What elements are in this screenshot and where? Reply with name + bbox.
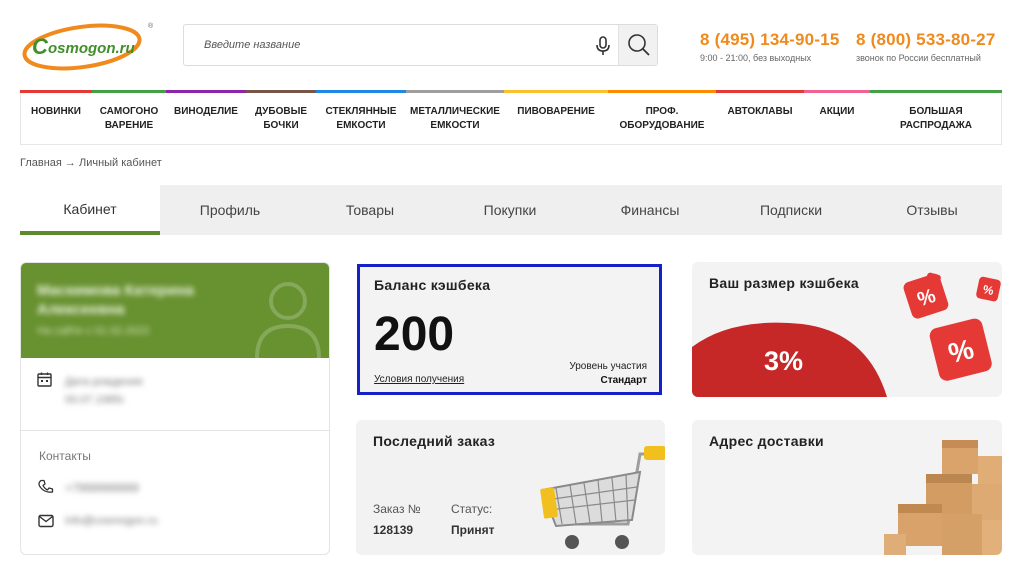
category-color-bar [608,90,716,93]
phone-russia[interactable]: 8 (800) 533-80-27 звонок по России беспл… [856,30,996,63]
phone-moscow[interactable]: 8 (495) 134-90-15 9:00 - 21:00, без выхо… [700,30,840,63]
account-tabs: Кабинет Профиль Товары Покупки Финансы Подпис… [20,185,1002,235]
phone-number[interactable]: 8 (800) 533-80-27 [856,30,996,50]
cashback-size-title: Ваш размер кэшбека [709,275,860,291]
contacts-title: Контакты [39,449,91,463]
delivery-title: Адрес доставки [709,433,824,449]
breadcrumb[interactable]: Главная → Личный кабинет [20,157,162,169]
category-nav-item[interactable]: ПИВОВАРЕНИЕ [504,105,608,119]
order-status-label: Статус: [451,502,493,516]
cashback-balance-card[interactable]: Баланс кэшбека 200 Условия получения Уро… [357,264,662,395]
profile-header: Маскимова Катерина Алексеевна На сайте с… [21,263,329,358]
category-color-bar [20,90,92,93]
svg-text:C: C [32,34,49,59]
tab-4[interactable]: Финансы [580,185,720,235]
search-button[interactable] [618,25,657,65]
tab-2[interactable]: Товары [300,185,440,235]
order-number-label: Заказ № [373,502,421,516]
search-box [183,24,658,66]
phone-number[interactable]: 8 (495) 134-90-15 [700,30,840,50]
conditions-link[interactable]: Условия получения [374,374,464,385]
boxes-illustration [884,440,1002,555]
cashback-size-card[interactable]: % % % Ваш размер кэшбека 3% [692,262,1002,397]
cashback-balance-value: 200 [374,308,455,361]
phone-icon [38,479,54,493]
site-logo[interactable]: C osmogon.ru ® [20,20,160,72]
svg-text:®: ® [148,22,154,30]
category-color-bar [716,90,804,93]
order-status-value: Принят [451,523,495,537]
tab-3[interactable]: Покупки [440,185,580,235]
contact-phone: +7999999999 [65,481,139,495]
category-nav-item[interactable]: ДУБОВЫЕ БОЧКИ [246,105,316,133]
category-nav-item[interactable]: ВИНОДЕЛИЕ [166,105,246,119]
shopping-cart-illustration [540,446,665,549]
profile-card: Маскимова Катерина Алексеевна На сайте с… [20,262,330,555]
phone-note: звонок по России бесплатный [856,53,981,63]
category-color-bar [246,90,316,93]
profile-since: На сайте с 01.02.2022 [37,325,150,337]
birthday-text: Дата рождения 00.07.1985г. [65,376,143,406]
search-icon [628,34,650,56]
category-color-bar [92,90,166,93]
contact-email: info@cosmogon.ru [65,515,158,527]
category-color-bar [804,90,870,93]
cashback-percent: 3% [764,346,804,376]
order-number-value[interactable]: 128139 [373,523,413,537]
category-nav-item[interactable]: НОВИНКИ [20,105,92,119]
last-order-title: Последний заказ [373,433,496,449]
phone-note: 9:00 - 21:00, без выходных [700,53,812,63]
calendar-icon [37,372,52,387]
level-value: Стандарт [600,375,647,386]
category-color-bar [406,90,504,93]
category-color-bar [870,90,1002,93]
birthday-row: Дата рождения 00.07.1985г. [21,358,329,431]
mail-icon [38,514,54,528]
category-nav-item[interactable]: СТЕКЛЯННЫЕ ЕМКОСТИ [316,105,406,133]
category-color-bar [504,90,608,93]
category-nav-item[interactable]: МЕТАЛЛИЧЕСКИЕ ЕМКОСТИ [406,105,504,133]
delivery-address-card[interactable]: Адрес доставки [692,420,1002,555]
category-color-bar [316,90,406,93]
tab-1[interactable]: Профиль [160,185,300,235]
category-nav-item[interactable]: АВТОКЛАВЫ [716,105,804,119]
profile-name: Маскимова Катерина Алексеевна [37,282,194,318]
level-label: Уровень участия [569,361,647,372]
category-nav-item[interactable]: БОЛЬШАЯ РАСПРОДАЖА [870,105,1002,133]
category-nav-item[interactable]: ПРОФ. ОБОРУДОВАНИЕ [608,105,716,133]
category-color-bar [166,90,246,93]
tab-6[interactable]: Отзывы [862,185,1002,235]
last-order-card[interactable]: Последний заказ Заказ № 128139 Статус: П… [356,420,665,555]
microphone-icon[interactable] [594,35,612,57]
cashback-balance-title: Баланс кэшбека [374,277,491,293]
tab-5[interactable]: Подписки [720,185,862,235]
category-nav-item[interactable]: САМОГОНО ВАРЕНИЕ [92,105,166,133]
svg-text:osmogon.ru: osmogon.ru [48,40,135,57]
category-nav-item[interactable]: АКЦИИ [804,105,870,119]
search-input[interactable] [184,25,584,65]
tab-0[interactable]: Кабинет [20,185,160,235]
avatar-icon [255,282,321,358]
